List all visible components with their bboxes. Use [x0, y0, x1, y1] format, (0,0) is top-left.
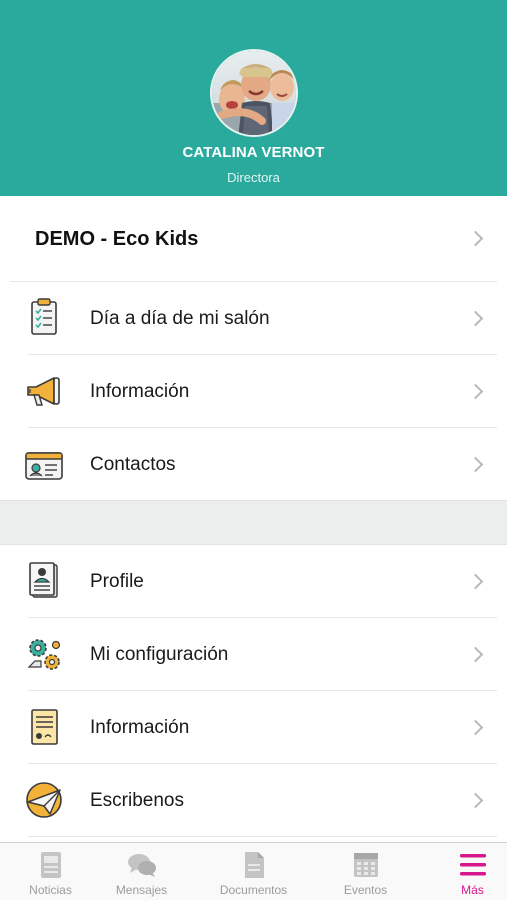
avatar-photo	[212, 51, 296, 135]
menu-item-label: Profile	[90, 571, 144, 592]
menu-item-label: Mi configuración	[90, 644, 229, 665]
menu-item-informacion-2[interactable]: Información	[0, 691, 507, 764]
section-separator	[0, 500, 507, 545]
profile-header: CATALINA VERNOT Directora	[0, 0, 507, 196]
hamburger-menu-icon	[459, 854, 486, 876]
chevron-right-icon	[467, 792, 484, 809]
avatar[interactable]	[210, 49, 298, 137]
menu-item-label: Contactos	[90, 454, 176, 475]
user-name: CATALINA VERNOT	[182, 144, 325, 161]
chevron-right-icon	[467, 646, 484, 663]
tab-mas[interactable]: Más	[422, 843, 507, 900]
menu-item-profile[interactable]: Profile	[0, 545, 507, 617]
chevron-right-icon	[467, 456, 484, 473]
chevron-right-icon	[467, 573, 484, 590]
divider	[28, 836, 497, 837]
menu-item-dia-a-dia[interactable]: Día a día de mi salón	[0, 282, 507, 354]
menu-item-label: Información	[90, 717, 190, 738]
document-icon	[244, 852, 264, 878]
menu-item-escribenos[interactable]: Escribenos	[0, 764, 507, 837]
menu-item-label: Día a día de mi salón	[90, 308, 270, 329]
chevron-right-icon	[467, 230, 484, 247]
school-selector-row[interactable]: DEMO - Eco Kids	[0, 196, 507, 282]
chevron-right-icon	[467, 383, 484, 400]
paper-plane-icon	[26, 782, 62, 818]
gears-icon	[27, 639, 61, 670]
user-role: Directora	[227, 170, 280, 185]
tab-label: Mensajes	[115, 883, 168, 897]
menu-item-informacion[interactable]: Información	[0, 355, 507, 428]
tab-label: Documentos	[219, 883, 288, 897]
menu-item-label: Información	[90, 381, 190, 402]
tab-documentos[interactable]: Documentos	[203, 843, 304, 900]
chevron-right-icon	[467, 719, 484, 736]
tab-mensajes[interactable]: Mensajes	[91, 843, 192, 900]
calendar-icon	[353, 853, 378, 877]
certificate-document-icon	[31, 709, 58, 745]
megaphone-icon	[27, 377, 60, 406]
contact-card-icon	[25, 452, 63, 480]
tab-label: Noticias	[29, 883, 72, 897]
tab-label: Eventos	[343, 883, 388, 897]
menu-item-contactos[interactable]: Contactos	[0, 428, 507, 500]
school-name: DEMO - Eco Kids	[35, 228, 199, 250]
tab-noticias[interactable]: Noticias	[0, 843, 101, 900]
clipboard-checklist-icon	[31, 298, 57, 335]
newspaper-icon	[40, 852, 61, 878]
profile-document-icon	[29, 562, 58, 598]
bottom-tab-bar: Noticias Mensajes Documentos Eventos Más	[0, 842, 507, 900]
menu-item-mi-configuracion[interactable]: Mi configuración	[0, 618, 507, 691]
chat-bubbles-icon	[127, 854, 156, 877]
chevron-right-icon	[467, 310, 484, 327]
tab-label: Más	[461, 883, 484, 897]
tab-eventos[interactable]: Eventos	[315, 843, 416, 900]
menu-item-label: Escribenos	[90, 790, 184, 811]
